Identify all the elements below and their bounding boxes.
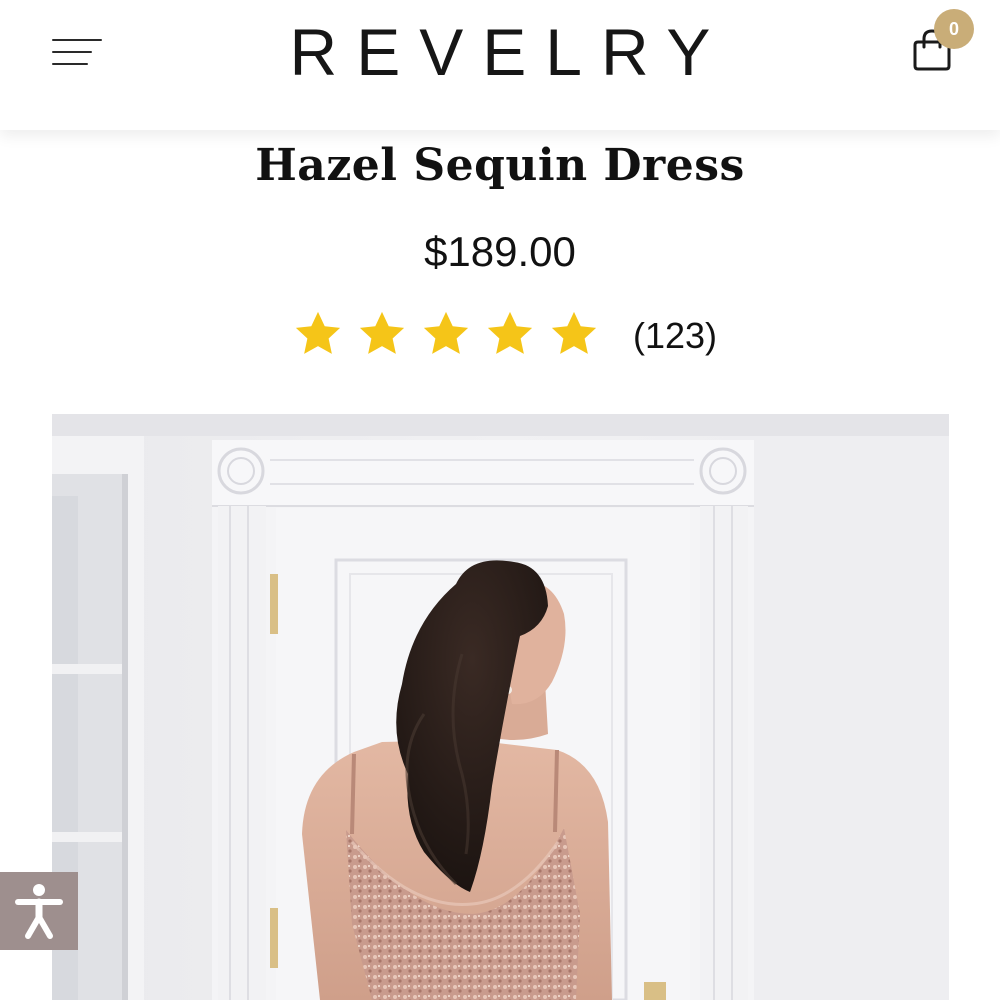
star-icon (487, 311, 533, 354)
product-image[interactable] (52, 414, 949, 1000)
review-count[interactable]: (123) (633, 311, 717, 361)
product-price: $189.00 (424, 228, 576, 275)
cart-count-badge[interactable]: 0 (934, 9, 974, 49)
site-header: REVELRY 0 (0, 0, 1000, 130)
star-icon (551, 311, 597, 354)
accessibility-button[interactable] (0, 872, 78, 950)
star-icon (423, 311, 469, 354)
product-rating[interactable]: (123) (292, 306, 742, 362)
star-icon (359, 311, 405, 354)
accessibility-icon (15, 884, 63, 939)
product-photo (52, 414, 949, 1000)
product-title: Hazel Sequin Dress (255, 140, 745, 191)
star-icon (295, 311, 341, 354)
site-logo[interactable]: REVELRY (0, 16, 1000, 88)
